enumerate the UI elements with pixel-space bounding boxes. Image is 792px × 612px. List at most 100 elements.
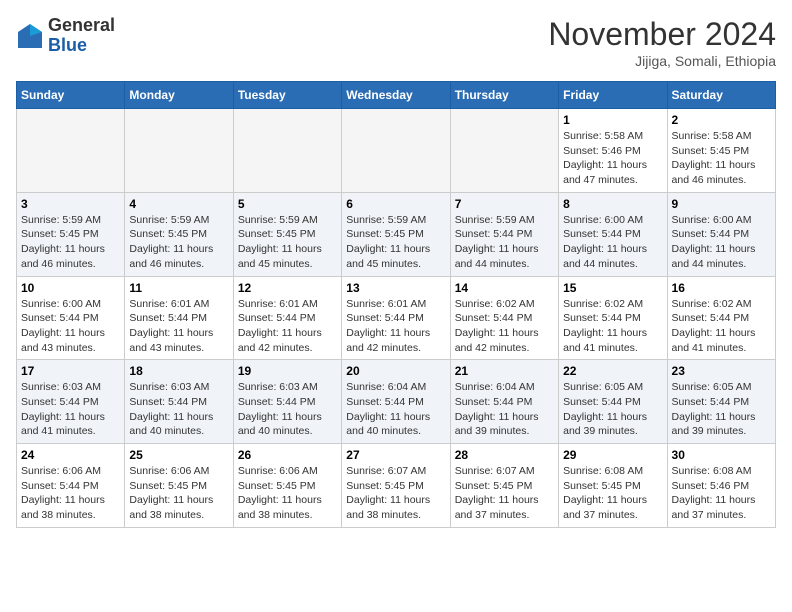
- day-number: 17: [21, 364, 120, 378]
- calendar-day-cell: 16 Sunrise: 6:02 AMSunset: 5:44 PMDayligh…: [667, 276, 775, 360]
- day-info: Sunrise: 6:02 AMSunset: 5:44 PMDaylight:…: [455, 297, 554, 356]
- day-number: 4: [129, 197, 228, 211]
- calendar-day-cell: 11 Sunrise: 6:01 AMSunset: 5:44 PMDayligh…: [125, 276, 233, 360]
- calendar-day-cell: 25 Sunrise: 6:06 AMSunset: 5:45 PMDayligh…: [125, 444, 233, 528]
- day-number: 11: [129, 281, 228, 295]
- calendar-day-cell: 13Sunrise: 6:01 AMSunset: 5:44 PMDayligh…: [342, 276, 450, 360]
- calendar-empty-cell: [17, 109, 125, 193]
- calendar-header-monday: Monday: [125, 82, 233, 109]
- calendar-header-tuesday: Tuesday: [233, 82, 341, 109]
- calendar-day-cell: 5 Sunrise: 5:59 AMSunset: 5:45 PMDaylight…: [233, 192, 341, 276]
- location-subtitle: Jijiga, Somali, Ethiopia: [548, 53, 776, 69]
- calendar-header-wednesday: Wednesday: [342, 82, 450, 109]
- day-info: Sunrise: 6:08 AMSunset: 5:45 PMDaylight:…: [563, 464, 662, 523]
- day-number: 5: [238, 197, 337, 211]
- calendar-day-cell: 29 Sunrise: 6:08 AMSunset: 5:45 PMDayligh…: [559, 444, 667, 528]
- calendar-day-cell: 18 Sunrise: 6:03 AMSunset: 5:44 PMDayligh…: [125, 360, 233, 444]
- day-info: Sunrise: 6:03 AMSunset: 5:44 PMDaylight:…: [21, 380, 120, 439]
- calendar-day-cell: 23 Sunrise: 6:05 AMSunset: 5:44 PMDayligh…: [667, 360, 775, 444]
- calendar-day-cell: 30 Sunrise: 6:08 AMSunset: 5:46 PMDayligh…: [667, 444, 775, 528]
- day-number: 2: [672, 113, 771, 127]
- day-info: Sunrise: 5:59 AMSunset: 5:44 PMDaylight:…: [455, 213, 554, 272]
- day-number: 30: [672, 448, 771, 462]
- calendar-day-cell: 7 Sunrise: 5:59 AMSunset: 5:44 PMDaylight…: [450, 192, 558, 276]
- day-info: Sunrise: 5:59 AMSunset: 5:45 PMDaylight:…: [238, 213, 337, 272]
- calendar-day-cell: 28 Sunrise: 6:07 AMSunset: 5:45 PMDayligh…: [450, 444, 558, 528]
- day-number: 10: [21, 281, 120, 295]
- calendar-empty-cell: [125, 109, 233, 193]
- day-info: Sunrise: 6:01 AMSunset: 5:44 PMDaylight:…: [346, 297, 445, 356]
- day-info: Sunrise: 6:08 AMSunset: 5:46 PMDaylight:…: [672, 464, 771, 523]
- day-info: Sunrise: 6:07 AMSunset: 5:45 PMDaylight:…: [346, 464, 445, 523]
- day-info: Sunrise: 6:01 AMSunset: 5:44 PMDaylight:…: [129, 297, 228, 356]
- calendar-day-cell: 20 Sunrise: 6:04 AMSunset: 5:44 PMDayligh…: [342, 360, 450, 444]
- calendar-day-cell: 26Sunrise: 6:06 AMSunset: 5:45 PMDayligh…: [233, 444, 341, 528]
- day-info: Sunrise: 6:00 AMSunset: 5:44 PMDaylight:…: [563, 213, 662, 272]
- day-info: Sunrise: 6:03 AMSunset: 5:44 PMDaylight:…: [129, 380, 228, 439]
- day-number: 8: [563, 197, 662, 211]
- day-number: 9: [672, 197, 771, 211]
- day-info: Sunrise: 6:07 AMSunset: 5:45 PMDaylight:…: [455, 464, 554, 523]
- calendar-day-cell: 3Sunrise: 5:59 AMSunset: 5:45 PMDaylight…: [17, 192, 125, 276]
- day-number: 20: [346, 364, 445, 378]
- day-info: Sunrise: 5:58 AMSunset: 5:45 PMDaylight:…: [672, 129, 771, 188]
- day-number: 16: [672, 281, 771, 295]
- calendar-day-cell: 15 Sunrise: 6:02 AMSunset: 5:44 PMDayligh…: [559, 276, 667, 360]
- day-info: Sunrise: 6:04 AMSunset: 5:44 PMDaylight:…: [455, 380, 554, 439]
- calendar-week-row: 3Sunrise: 5:59 AMSunset: 5:45 PMDaylight…: [17, 192, 776, 276]
- month-title: November 2024: [548, 16, 776, 53]
- day-number: 28: [455, 448, 554, 462]
- day-info: Sunrise: 6:06 AMSunset: 5:45 PMDaylight:…: [238, 464, 337, 523]
- day-info: Sunrise: 6:02 AMSunset: 5:44 PMDaylight:…: [563, 297, 662, 356]
- calendar-day-cell: 6Sunrise: 5:59 AMSunset: 5:45 PMDaylight…: [342, 192, 450, 276]
- day-number: 18: [129, 364, 228, 378]
- calendar-day-cell: 17 Sunrise: 6:03 AMSunset: 5:44 PMDayligh…: [17, 360, 125, 444]
- calendar-week-row: 17 Sunrise: 6:03 AMSunset: 5:44 PMDayligh…: [17, 360, 776, 444]
- day-number: 1: [563, 113, 662, 127]
- calendar-header-thursday: Thursday: [450, 82, 558, 109]
- day-info: Sunrise: 5:59 AMSunset: 5:45 PMDaylight:…: [21, 213, 120, 272]
- day-info: Sunrise: 6:05 AMSunset: 5:44 PMDaylight:…: [672, 380, 771, 439]
- day-info: Sunrise: 6:01 AMSunset: 5:44 PMDaylight:…: [238, 297, 337, 356]
- day-info: Sunrise: 6:04 AMSunset: 5:44 PMDaylight:…: [346, 380, 445, 439]
- day-number: 25: [129, 448, 228, 462]
- day-number: 29: [563, 448, 662, 462]
- calendar-day-cell: 4 Sunrise: 5:59 AMSunset: 5:45 PMDaylight…: [125, 192, 233, 276]
- calendar-empty-cell: [233, 109, 341, 193]
- calendar-empty-cell: [342, 109, 450, 193]
- calendar-day-cell: 22 Sunrise: 6:05 AMSunset: 5:44 PMDayligh…: [559, 360, 667, 444]
- day-number: 14: [455, 281, 554, 295]
- calendar-week-row: 24Sunrise: 6:06 AMSunset: 5:44 PMDayligh…: [17, 444, 776, 528]
- day-info: Sunrise: 6:02 AMSunset: 5:44 PMDaylight:…: [672, 297, 771, 356]
- calendar-day-cell: 21 Sunrise: 6:04 AMSunset: 5:44 PMDayligh…: [450, 360, 558, 444]
- day-number: 23: [672, 364, 771, 378]
- day-info: Sunrise: 6:05 AMSunset: 5:44 PMDaylight:…: [563, 380, 662, 439]
- day-number: 7: [455, 197, 554, 211]
- logo-icon: [16, 22, 44, 50]
- day-info: Sunrise: 6:06 AMSunset: 5:44 PMDaylight:…: [21, 464, 120, 523]
- day-number: 27: [346, 448, 445, 462]
- day-info: Sunrise: 6:03 AMSunset: 5:44 PMDaylight:…: [238, 380, 337, 439]
- calendar-day-cell: 14 Sunrise: 6:02 AMSunset: 5:44 PMDayligh…: [450, 276, 558, 360]
- calendar-day-cell: 24Sunrise: 6:06 AMSunset: 5:44 PMDayligh…: [17, 444, 125, 528]
- calendar-header-row: SundayMondayTuesdayWednesdayThursdayFrid…: [17, 82, 776, 109]
- calendar-day-cell: 27 Sunrise: 6:07 AMSunset: 5:45 PMDayligh…: [342, 444, 450, 528]
- day-info: Sunrise: 6:00 AMSunset: 5:44 PMDaylight:…: [21, 297, 120, 356]
- calendar-day-cell: 12Sunrise: 6:01 AMSunset: 5:44 PMDayligh…: [233, 276, 341, 360]
- calendar-table: SundayMondayTuesdayWednesdayThursdayFrid…: [16, 81, 776, 528]
- day-number: 21: [455, 364, 554, 378]
- calendar-day-cell: 1Sunrise: 5:58 AMSunset: 5:46 PMDaylight…: [559, 109, 667, 193]
- calendar-day-cell: 2 Sunrise: 5:58 AMSunset: 5:45 PMDaylight…: [667, 109, 775, 193]
- calendar-empty-cell: [450, 109, 558, 193]
- logo: General Blue: [16, 16, 115, 56]
- calendar-header-sunday: Sunday: [17, 82, 125, 109]
- calendar-week-row: 1Sunrise: 5:58 AMSunset: 5:46 PMDaylight…: [17, 109, 776, 193]
- day-number: 19: [238, 364, 337, 378]
- calendar-header-friday: Friday: [559, 82, 667, 109]
- day-number: 15: [563, 281, 662, 295]
- day-info: Sunrise: 6:06 AMSunset: 5:45 PMDaylight:…: [129, 464, 228, 523]
- day-number: 22: [563, 364, 662, 378]
- day-info: Sunrise: 5:59 AMSunset: 5:45 PMDaylight:…: [129, 213, 228, 272]
- title-section: November 2024 Jijiga, Somali, Ethiopia: [548, 16, 776, 69]
- calendar-week-row: 10 Sunrise: 6:00 AMSunset: 5:44 PMDayligh…: [17, 276, 776, 360]
